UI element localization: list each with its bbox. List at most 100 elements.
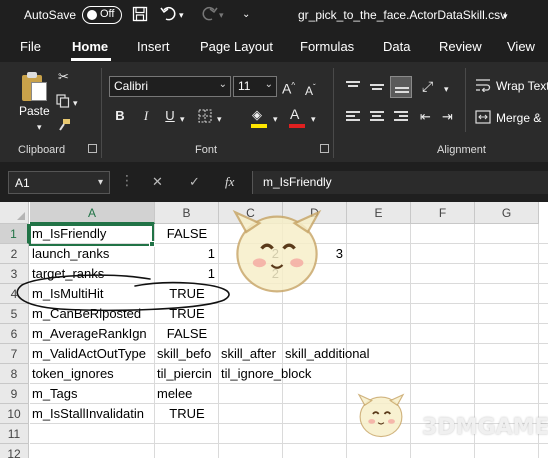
row-header-10[interactable]: 10: [0, 404, 29, 424]
cell-a6[interactable]: m_AverageRankIgn: [30, 324, 155, 344]
cell-a9[interactable]: m_Tags: [30, 384, 155, 404]
orientation-icon[interactable]: ⤢: [422, 79, 433, 93]
formula-bar-grip-icon[interactable]: ⋮: [120, 172, 134, 189]
decrease-font-size-icon[interactable]: Aˇ: [305, 81, 316, 98]
format-painter-icon[interactable]: [57, 118, 71, 135]
row-header-11[interactable]: 11: [0, 424, 29, 444]
enter-icon[interactable]: ✓: [189, 174, 200, 190]
cell-a3[interactable]: target_ranks: [30, 264, 155, 284]
underline-dropdown-icon[interactable]: ▾: [180, 112, 185, 126]
filename-dropdown-icon[interactable]: ▾: [503, 7, 508, 25]
merge-center-button[interactable]: Merge &: [496, 111, 541, 125]
tab-page-layout[interactable]: Page Layout: [200, 39, 273, 54]
tab-formulas[interactable]: Formulas: [300, 39, 354, 54]
tab-review[interactable]: Review: [439, 39, 482, 54]
paste-button[interactable]: Paste: [19, 104, 50, 118]
column-header-g[interactable]: G: [475, 202, 539, 224]
cell-c3[interactable]: 2: [219, 264, 283, 284]
row-header-7[interactable]: 7: [0, 344, 29, 364]
row-header-1[interactable]: 1: [0, 224, 29, 244]
cell-c8[interactable]: til_ignore_block: [219, 364, 369, 384]
save-icon[interactable]: [132, 6, 148, 27]
wrap-text-button[interactable]: Wrap Text: [496, 79, 548, 93]
orientation-dropdown-icon[interactable]: ▾: [444, 82, 449, 96]
copy-icon[interactable]: [56, 94, 70, 111]
column-header-d[interactable]: D: [283, 202, 347, 224]
autosave-toggle[interactable]: Off: [82, 6, 122, 24]
font-color-dropdown-icon[interactable]: ▾: [311, 112, 316, 126]
font-color-icon[interactable]: A: [290, 107, 299, 121]
cell-b3[interactable]: 1: [155, 264, 219, 284]
center-button[interactable]: [366, 106, 388, 128]
clipboard-launcher-icon[interactable]: [88, 144, 97, 153]
cell-b10[interactable]: TRUE: [155, 404, 219, 424]
quick-access-dropdown-icon[interactable]: ⌄: [242, 6, 250, 24]
paste-dropdown-icon[interactable]: ▾: [37, 120, 42, 134]
top-align-button[interactable]: [342, 76, 364, 98]
cut-icon[interactable]: ✂: [58, 70, 69, 84]
redo-icon[interactable]: [200, 6, 218, 27]
underline-button[interactable]: U: [160, 106, 180, 126]
tab-insert[interactable]: Insert: [137, 39, 170, 54]
cell-a8[interactable]: token_ignores: [30, 364, 155, 384]
bold-button[interactable]: B: [110, 106, 130, 126]
name-box-dropdown-icon[interactable]: ▾: [98, 177, 103, 188]
borders-dropdown-icon[interactable]: ▾: [217, 112, 222, 126]
increase-indent-icon[interactable]: ⇥: [442, 110, 453, 124]
undo-icon[interactable]: [160, 6, 178, 27]
merge-center-icon[interactable]: [475, 110, 491, 127]
column-header-c[interactable]: C: [219, 202, 283, 224]
tab-file[interactable]: File: [20, 39, 41, 54]
fill-color-dropdown-icon[interactable]: ▾: [273, 112, 278, 126]
cell-b5[interactable]: TRUE: [155, 304, 219, 324]
cell-d2[interactable]: 3: [283, 244, 347, 264]
tab-view[interactable]: View: [507, 39, 535, 54]
cell-b4[interactable]: TRUE: [155, 284, 219, 304]
wrap-text-icon[interactable]: [475, 78, 491, 95]
bottom-align-button[interactable]: [390, 76, 412, 98]
fill-color-icon[interactable]: ◈: [252, 108, 262, 122]
worksheet-grid[interactable]: A B C D E F G 1 2 3 4 5 6 7 8 9 10 11 12 m_IsFriendly FALSE l…: [0, 202, 548, 458]
select-all-button[interactable]: [0, 202, 29, 224]
align-right-button[interactable]: [390, 106, 412, 128]
column-header-e[interactable]: E: [347, 202, 411, 224]
cell-b8[interactable]: til_piercin: [155, 364, 219, 384]
formula-input[interactable]: m_IsFriendly: [252, 171, 548, 194]
cell-a10[interactable]: m_IsStallInvalidatin: [30, 404, 155, 424]
copy-dropdown-icon[interactable]: ▾: [73, 96, 78, 110]
middle-align-button[interactable]: [366, 76, 388, 98]
row-header-12[interactable]: 12: [0, 444, 29, 458]
decrease-indent-icon[interactable]: ⇤: [420, 110, 431, 124]
font-launcher-icon[interactable]: [320, 144, 329, 153]
name-box[interactable]: A1 ▾: [8, 171, 110, 194]
fill-handle[interactable]: [149, 241, 155, 247]
cell-b1[interactable]: FALSE: [155, 224, 219, 244]
font-size-box[interactable]: 11 ⌄: [233, 76, 277, 97]
row-header-2[interactable]: 2: [0, 244, 29, 264]
cell-a4[interactable]: m_IsMultiHit: [30, 284, 155, 304]
cell-a7[interactable]: m_ValidActOutType: [30, 344, 155, 364]
cell-d7[interactable]: skill_additional: [283, 344, 433, 364]
font-name-box[interactable]: Calibri ⌄: [109, 76, 231, 97]
cell-c7[interactable]: skill_after: [219, 344, 283, 364]
row-header-3[interactable]: 3: [0, 264, 29, 284]
column-header-f[interactable]: F: [411, 202, 475, 224]
font-size-dropdown-icon[interactable]: ⌄: [265, 79, 273, 90]
cell-b6[interactable]: FALSE: [155, 324, 219, 344]
cancel-icon[interactable]: ✕: [152, 174, 163, 190]
paste-icon[interactable]: [22, 72, 48, 102]
row-header-8[interactable]: 8: [0, 364, 29, 384]
cell-a5[interactable]: m_CanBeRiposted: [30, 304, 155, 324]
increase-font-size-icon[interactable]: A^: [282, 79, 295, 96]
redo-dropdown-icon[interactable]: ▾: [219, 6, 224, 24]
column-header-b[interactable]: B: [155, 202, 219, 224]
cell-b7[interactable]: skill_befo: [155, 344, 219, 364]
cell-a2[interactable]: launch_ranks: [30, 244, 155, 264]
align-left-button[interactable]: [342, 106, 364, 128]
font-name-dropdown-icon[interactable]: ⌄: [219, 79, 227, 90]
tab-data[interactable]: Data: [383, 39, 410, 54]
cell-b9[interactable]: melee: [155, 384, 219, 404]
row-header-9[interactable]: 9: [0, 384, 29, 404]
tab-home[interactable]: Home: [72, 39, 108, 54]
row-header-5[interactable]: 5: [0, 304, 29, 324]
